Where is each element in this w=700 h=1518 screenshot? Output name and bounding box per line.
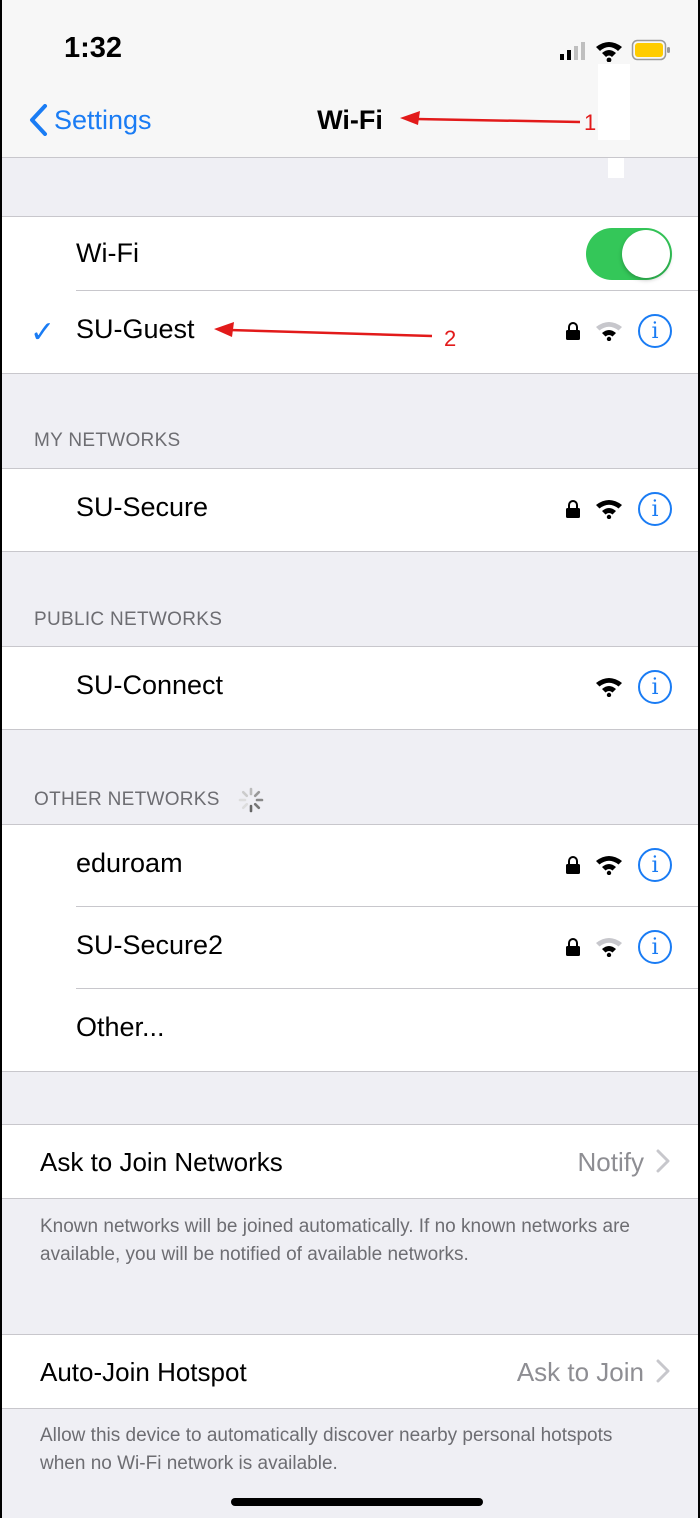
annotation-label-2: 2 bbox=[444, 326, 457, 351]
info-icon[interactable]: i bbox=[638, 670, 672, 704]
other-network-row[interactable]: Other... bbox=[0, 989, 700, 1071]
wifi-group: Wi-Fi ✓ SU-Guest i bbox=[0, 216, 700, 374]
hotspot-footer: Allow this device to automatically disco… bbox=[40, 1425, 613, 1474]
wifi-signal-icon bbox=[596, 678, 622, 697]
loading-spinner-icon bbox=[239, 787, 264, 813]
other-networks-group: eduroam i SU-Secure2 i Other... bbox=[0, 824, 700, 1072]
network-name: SU-Guest bbox=[76, 314, 195, 344]
hotspot-value: Ask to Join bbox=[516, 1357, 644, 1387]
ask-to-join-row[interactable]: Ask to Join Networks Notify bbox=[0, 1125, 700, 1198]
info-icon[interactable]: i bbox=[638, 848, 672, 882]
network-name: SU-Secure bbox=[76, 492, 209, 522]
wifi-status-icon bbox=[596, 42, 622, 63]
section-header-label: OTHER NETWORKS bbox=[34, 789, 220, 811]
network-row[interactable]: SU-Secure2 i bbox=[0, 907, 700, 989]
auto-join-hotspot-row[interactable]: Auto-Join Hotspot Ask to Join bbox=[0, 1335, 700, 1408]
network-name: SU-Secure2 bbox=[76, 930, 224, 960]
battery-icon bbox=[631, 39, 670, 61]
wifi-signal-icon bbox=[596, 500, 622, 519]
section-header-public-networks: PUBLIC NETWORKS bbox=[34, 609, 223, 630]
wifi-signal-icon bbox=[596, 856, 622, 875]
chevron-right-icon bbox=[656, 1359, 670, 1383]
ask-to-join-label: Ask to Join Networks bbox=[40, 1147, 283, 1177]
wifi-signal-icon bbox=[596, 322, 622, 341]
wifi-toggle-row: Wi-Fi bbox=[0, 217, 700, 291]
info-icon[interactable]: i bbox=[638, 314, 672, 348]
checkmark-icon: ✓ bbox=[30, 316, 56, 349]
lock-icon bbox=[566, 500, 580, 518]
network-row[interactable]: SU-Connect i bbox=[0, 647, 700, 729]
other-network-label: Other... bbox=[76, 1012, 165, 1042]
network-name: SU-Connect bbox=[76, 670, 224, 700]
white-block-small bbox=[608, 158, 624, 178]
status-time: 1:32 bbox=[64, 32, 123, 64]
info-icon[interactable]: i bbox=[638, 492, 672, 526]
section-header-my-networks: MY NETWORKS bbox=[34, 430, 181, 451]
chevron-right-icon bbox=[656, 1149, 670, 1173]
home-indicator[interactable] bbox=[231, 1498, 483, 1506]
connected-network-row[interactable]: ✓ SU-Guest i bbox=[0, 291, 700, 373]
public-networks-group: SU-Connect i bbox=[0, 646, 700, 730]
network-row[interactable]: SU-Secure i bbox=[0, 469, 700, 551]
status-icons bbox=[560, 38, 672, 67]
wifi-signal-icon bbox=[596, 938, 622, 957]
network-name: eduroam bbox=[76, 848, 183, 878]
hotspot-label: Auto-Join Hotspot bbox=[40, 1357, 247, 1387]
lock-icon bbox=[566, 938, 580, 956]
ask-to-join-footer: Known networks will be joined automatica… bbox=[40, 1216, 630, 1265]
lock-icon bbox=[566, 856, 580, 874]
wifi-label: Wi-Fi bbox=[76, 238, 139, 268]
ask-to-join-value: Notify bbox=[577, 1147, 644, 1177]
wifi-toggle[interactable] bbox=[586, 228, 672, 280]
lock-icon bbox=[566, 322, 580, 340]
annotation-label-1: 1 bbox=[584, 110, 597, 135]
status-bar: 1:32 bbox=[0, 0, 700, 82]
white-block bbox=[598, 64, 630, 140]
my-networks-group: SU-Secure i bbox=[0, 468, 700, 552]
cellular-signal-icon bbox=[560, 42, 585, 60]
network-row[interactable]: eduroam i bbox=[0, 825, 700, 907]
hotspot-group: Auto-Join Hotspot Ask to Join bbox=[0, 1334, 700, 1409]
section-header-other-networks: OTHER NETWORKS bbox=[34, 786, 265, 814]
info-icon[interactable]: i bbox=[638, 930, 672, 964]
ask-to-join-group: Ask to Join Networks Notify bbox=[0, 1124, 700, 1199]
